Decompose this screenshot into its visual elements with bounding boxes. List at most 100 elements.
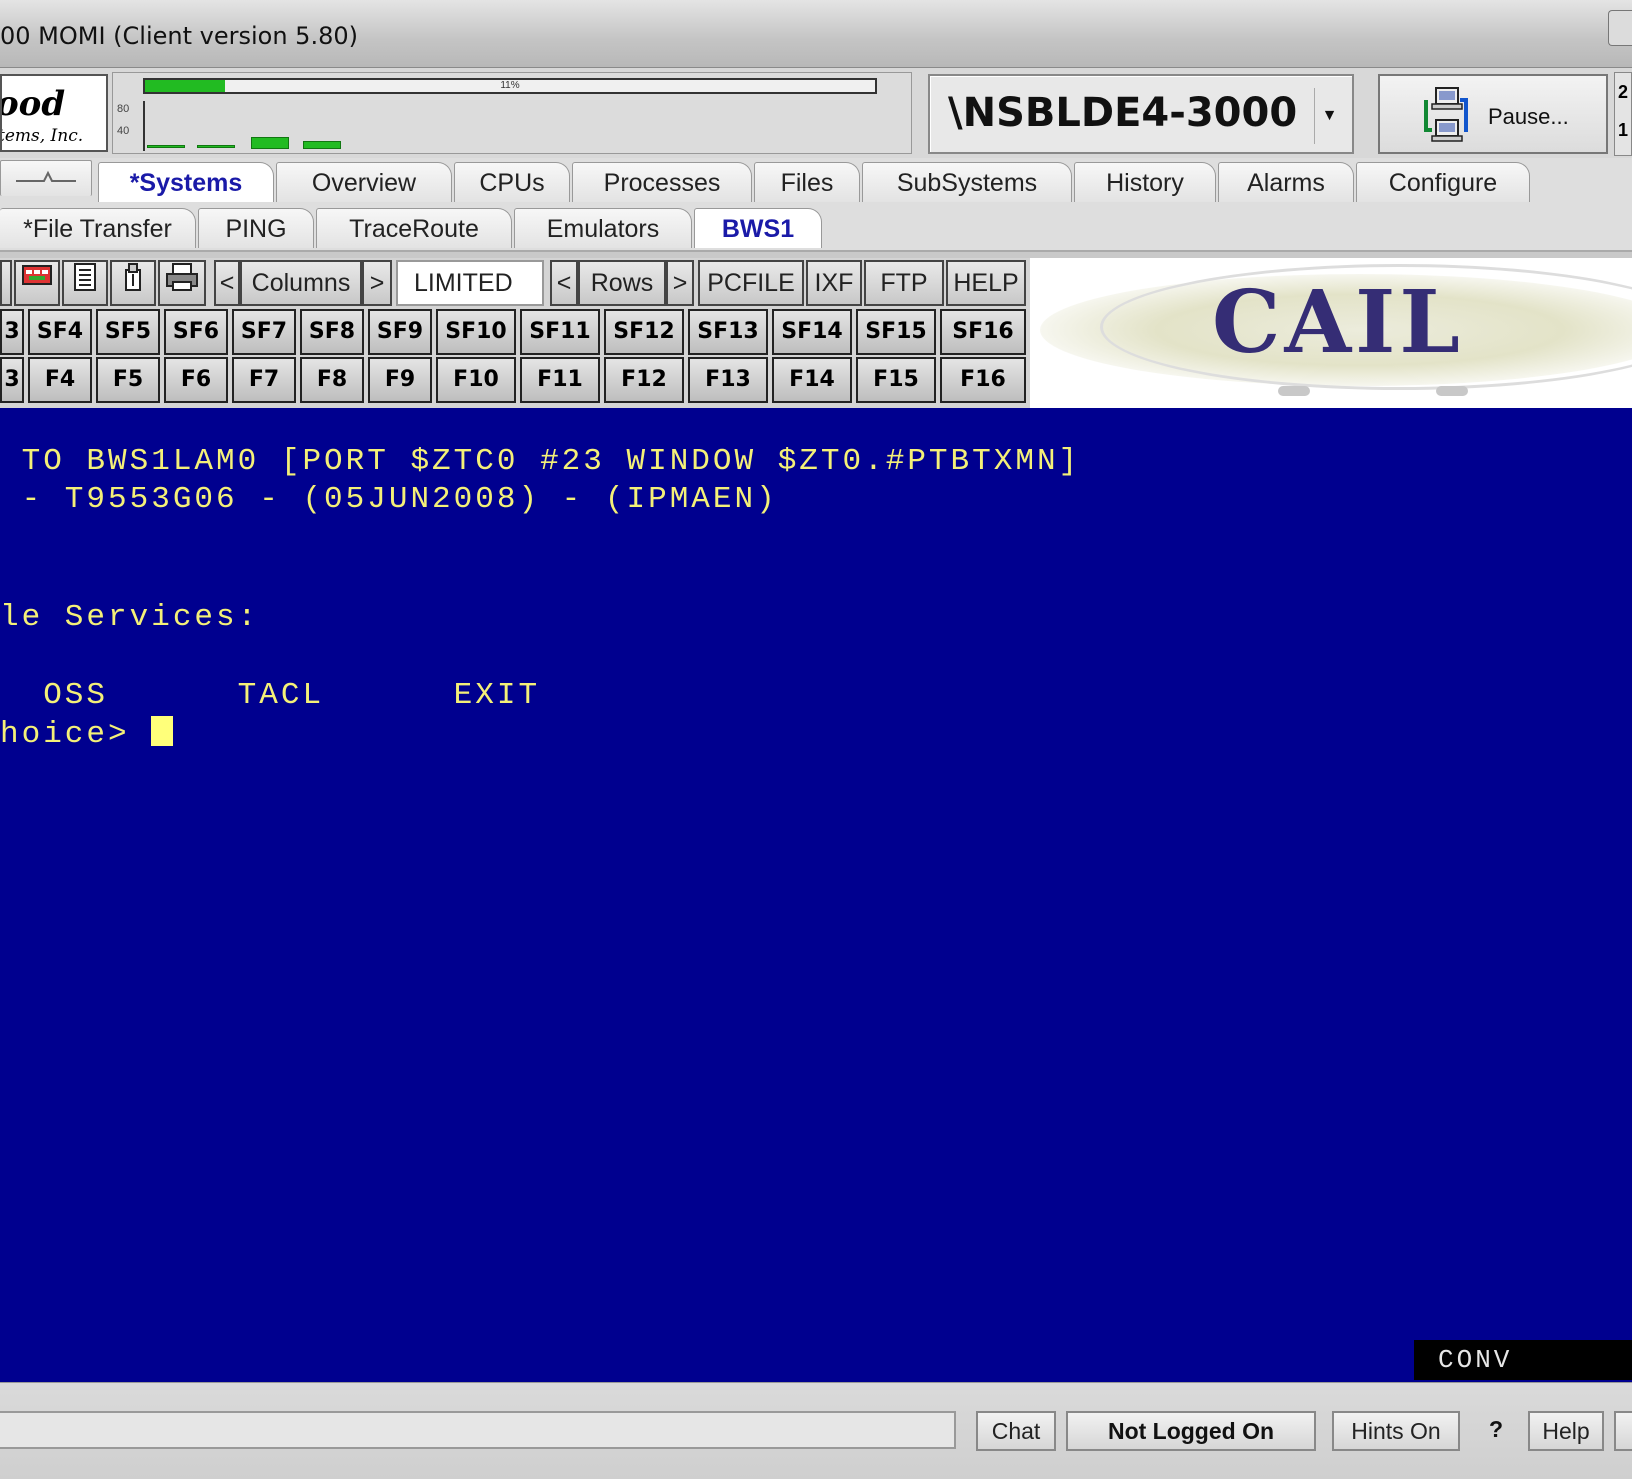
login-status-button[interactable]: Not Logged On (1066, 1411, 1316, 1451)
node-selector[interactable]: \NSBLDE4-3000 ▼ (928, 74, 1354, 154)
tab-history[interactable]: History (1074, 162, 1216, 202)
cpu-history-bar (251, 137, 289, 149)
print-icon[interactable] (158, 260, 206, 306)
tab-bws1[interactable]: BWS1 (694, 208, 822, 248)
terminal-cursor (151, 716, 174, 746)
terminal-mode-field[interactable]: LIMITED (396, 260, 544, 306)
rows-label: Rows (578, 260, 666, 306)
terminal-line: le Services: (0, 600, 260, 635)
status-bar: Chat Not Logged On Hints On ? Help (0, 1382, 1632, 1479)
sf8-key[interactable]: SF8 (300, 309, 364, 355)
pause-button[interactable]: Pause... (1378, 74, 1608, 154)
emulator-toolbar: < Columns > LIMITED < Rows > PCFILE IXF … (0, 258, 1030, 408)
chevron-down-icon[interactable]: ▼ (1314, 88, 1344, 144)
sf7-key[interactable]: SF7 (232, 309, 296, 355)
terminal-mode-indicator: CONV (1414, 1340, 1632, 1380)
terminal-prompt-line[interactable]: hoice> (0, 716, 174, 752)
f16-key[interactable]: F16 (940, 357, 1026, 403)
status-message-field (0, 1411, 956, 1449)
sf6-key[interactable]: SF6 (164, 309, 228, 355)
sf10-key[interactable]: SF10 (436, 309, 516, 355)
tab-processes[interactable]: Processes (572, 162, 752, 202)
terminal-screen[interactable]: TO BWS1LAM0 [PORT $ZTC0 #23 WINDOW $ZT0.… (0, 408, 1632, 1382)
tab-files[interactable]: Files (754, 162, 860, 202)
window-title: 00 MOMI (Client version 5.80) (0, 22, 358, 50)
tab-ping[interactable]: PING (198, 208, 314, 248)
stub-value: 2 (1618, 82, 1629, 102)
main-tabs: *Systems Overview CPUs Processes Files S… (0, 158, 1632, 204)
tab-traceroute[interactable]: TraceRoute (316, 208, 512, 248)
banner-dot (1436, 386, 1468, 396)
f7-key[interactable]: F7 (232, 357, 296, 403)
sf15-key[interactable]: SF15 (856, 309, 936, 355)
cpu-busy-label: 11% (500, 80, 520, 91)
keyboard-icon[interactable] (14, 260, 60, 306)
window-titlebar: 00 MOMI (Client version 5.80) (0, 0, 1632, 68)
tab-emulators[interactable]: Emulators (514, 208, 692, 248)
f10-key[interactable]: F10 (436, 357, 516, 403)
cpu-performance-graph: 11% 80 40 (112, 72, 912, 154)
f11-key[interactable]: F11 (520, 357, 600, 403)
logo-text-line2: tems, Inc. (0, 126, 84, 146)
tab-alarms[interactable]: Alarms (1218, 162, 1354, 202)
tab-configure[interactable]: Configure (1356, 162, 1530, 202)
f15-key[interactable]: F15 (856, 357, 936, 403)
f4-key[interactable]: F4 (28, 357, 92, 403)
banner-dot (1278, 386, 1310, 396)
sf5-key[interactable]: SF5 (96, 309, 160, 355)
pause-network-icon (1424, 87, 1468, 142)
help-status-button[interactable]: Help (1528, 1411, 1604, 1451)
cpu-history-bar (147, 145, 185, 148)
rows-prev-button[interactable]: < (550, 260, 578, 306)
clipboard-graphic (125, 263, 141, 291)
sf3-key[interactable]: 3 (0, 309, 24, 355)
status-extra-button[interactable] (1614, 1411, 1632, 1451)
chat-button[interactable]: Chat (976, 1411, 1056, 1451)
f12-key[interactable]: F12 (604, 357, 684, 403)
stub-value: 1 (1618, 120, 1629, 140)
tab-systems[interactable]: *Systems (98, 162, 274, 202)
graph-axis (143, 101, 145, 151)
tab-subsystems[interactable]: SubSystems (862, 162, 1072, 202)
clipboard-paste-icon[interactable] (110, 260, 156, 306)
tab-overview[interactable]: Overview (276, 162, 452, 202)
cpu-history-bar (197, 145, 235, 148)
copy-screen-icon[interactable] (62, 260, 108, 306)
f5-key[interactable]: F5 (96, 357, 160, 403)
copy-screen-graphic (74, 263, 96, 291)
sf4-key[interactable]: SF4 (28, 309, 92, 355)
sf11-key[interactable]: SF11 (520, 309, 600, 355)
pcfile-button[interactable]: PCFILE (698, 260, 804, 306)
sf13-key[interactable]: SF13 (688, 309, 768, 355)
f6-key[interactable]: F6 (164, 357, 228, 403)
columns-prev-button[interactable]: < (214, 260, 240, 306)
pause-label: Pause... (1488, 104, 1569, 129)
question-icon[interactable]: ? (1472, 1411, 1520, 1451)
terminal-menu-options: OSS TACL EXIT (0, 678, 541, 713)
help-button[interactable]: HELP (946, 260, 1026, 306)
right-panel-stub: 2 1 (1614, 72, 1632, 156)
hints-toggle-button[interactable]: Hints On (1332, 1411, 1460, 1451)
window-control-button[interactable] (1608, 10, 1632, 46)
line-style-control[interactable] (0, 160, 92, 196)
f3-key[interactable]: 3 (0, 357, 24, 403)
sf14-key[interactable]: SF14 (772, 309, 852, 355)
f8-key[interactable]: F8 (300, 357, 364, 403)
ixf-button[interactable]: IXF (806, 260, 862, 306)
tab-cpus[interactable]: CPUs (454, 162, 570, 202)
sf16-key[interactable]: SF16 (940, 309, 1026, 355)
f13-key[interactable]: F13 (688, 357, 768, 403)
f14-key[interactable]: F14 (772, 357, 852, 403)
rows-next-button[interactable]: > (666, 260, 694, 306)
axis-label-80: 80 (117, 103, 130, 115)
sf9-key[interactable]: SF9 (368, 309, 432, 355)
f9-key[interactable]: F9 (368, 357, 432, 403)
banner-logo-text: CAIL (1212, 272, 1464, 373)
terminal-line: - T9553G06 - (05JUN2008) - (IPMAEN) (0, 482, 778, 517)
sf12-key[interactable]: SF12 (604, 309, 684, 355)
tab-file-transfer[interactable]: *File Transfer (0, 208, 196, 248)
columns-next-button[interactable]: > (362, 260, 392, 306)
printer-graphic (166, 263, 198, 291)
color-palette-icon[interactable] (0, 260, 12, 306)
ftp-button[interactable]: FTP (864, 260, 944, 306)
